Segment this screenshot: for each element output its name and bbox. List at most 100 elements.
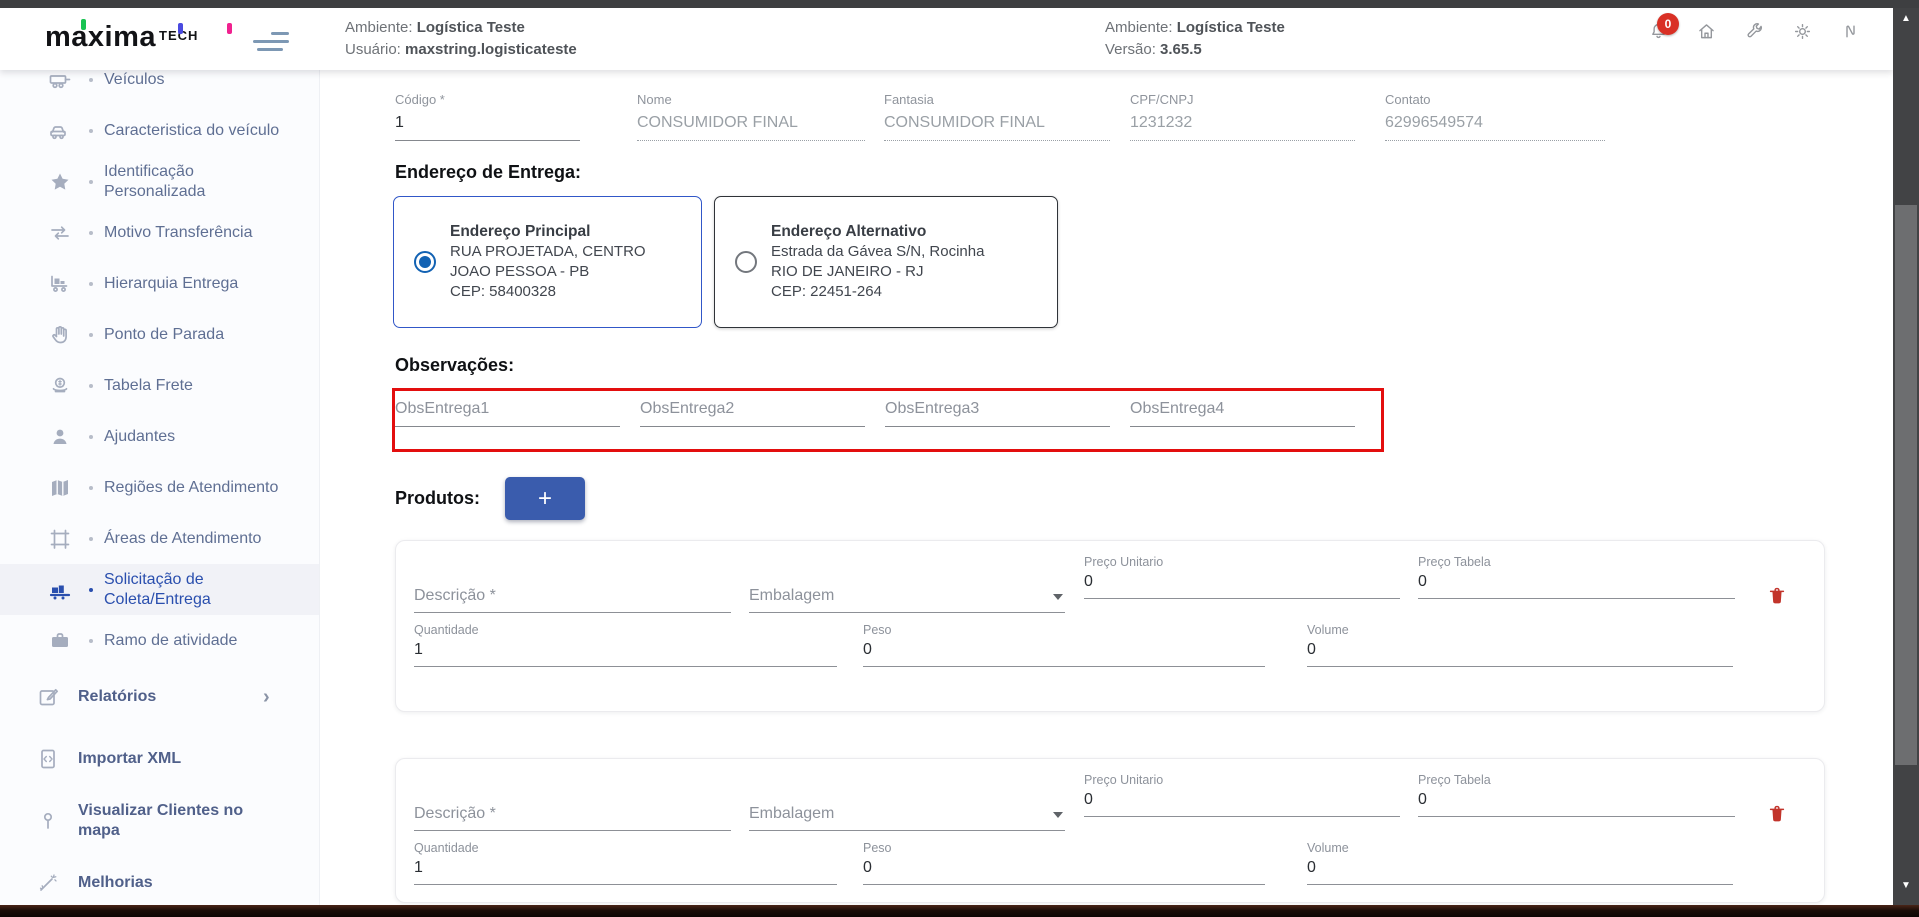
contato-value: 62996549574 — [1385, 114, 1605, 141]
sidebar-item-solicitacao-coleta-entrega[interactable]: Solicitação de Coleta/Entrega — [0, 564, 319, 615]
usuario-value: maxstring.logisticateste — [405, 41, 577, 58]
sidebar-item-veiculos[interactable]: Veículos — [0, 70, 319, 105]
sidebar-item-ajudantes[interactable]: Ajudantes — [0, 411, 319, 462]
delete-product-button[interactable] — [1764, 583, 1790, 611]
artboard-icon — [48, 527, 72, 551]
scroll-down-arrow[interactable]: ▼ — [1893, 877, 1919, 895]
nome-value: CONSUMIDOR FINAL — [637, 114, 865, 141]
quantidade-input[interactable] — [414, 859, 837, 885]
environment-user-info: Ambiente: Logística Teste Usuário: maxst… — [345, 17, 577, 61]
menu-toggle-icon[interactable] — [253, 32, 289, 54]
route-icon[interactable] — [1840, 21, 1861, 42]
delete-product-button[interactable] — [1764, 801, 1790, 829]
bullet-dot-icon — [78, 333, 104, 337]
preco-tabela-field: Preço Tabela — [1418, 555, 1735, 599]
quantidade-input[interactable] — [414, 641, 837, 667]
scroll-up-arrow[interactable]: ▲ — [1893, 10, 1919, 28]
obs-entrega-3-input[interactable] — [885, 400, 1110, 427]
preco-tabela-label: Preço Tabela — [1418, 773, 1735, 787]
sidebar-item-motivo-transferencia[interactable]: Motivo Transferência — [0, 207, 319, 258]
volume-input[interactable] — [1307, 641, 1733, 667]
sidebar-item-regioes-atendimento[interactable]: Regiões de Atendimento — [0, 462, 319, 513]
sidebar-item-label: Áreas de Atendimento — [104, 529, 289, 549]
sidebar-item-icon — [36, 871, 66, 895]
environment-version-info: Ambiente: Logística Teste Versão: 3.65.5 — [1105, 17, 1285, 61]
volume-label: Volume — [1307, 841, 1733, 855]
bullet-dot-icon — [78, 639, 104, 643]
preco-unitario-input[interactable] — [1084, 791, 1400, 817]
address-cep: CEP: 22451-264 — [771, 282, 984, 302]
sidebar-item-areas-atendimento[interactable]: Áreas de Atendimento — [0, 513, 319, 564]
window-bottom-edge — [0, 905, 1919, 917]
notification-badge: 0 — [1657, 13, 1679, 35]
descricao-input[interactable] — [414, 805, 731, 831]
peso-field: Peso — [863, 623, 1265, 667]
preco-unitario-input[interactable] — [1084, 573, 1400, 599]
add-product-button[interactable]: + — [505, 477, 585, 520]
sidebar-item-label: Ramo de atividade — [104, 631, 289, 651]
address-line1: Estrada da Gávea S/N, Rocinha — [771, 242, 984, 262]
sidebar-item-ramo-atividade[interactable]: Ramo de atividade — [0, 615, 319, 666]
bullet-dot-icon — [78, 486, 104, 490]
embalagem-select[interactable] — [749, 805, 1065, 831]
nome-field: Nome CONSUMIDOR FINAL — [637, 92, 865, 141]
volume-field: Volume — [1307, 623, 1733, 667]
peso-input[interactable] — [863, 859, 1265, 885]
descricao-input[interactable] — [414, 587, 731, 613]
fantasia-value: CONSUMIDOR FINAL — [884, 114, 1110, 141]
sidebar-item-ponto-de-parada[interactable]: Ponto de Parada — [0, 309, 319, 360]
wrench-icon[interactable] — [1744, 21, 1765, 42]
obs-entrega-2-field — [640, 400, 865, 427]
sidebar-item-label: Ajudantes — [104, 427, 289, 447]
endereco-principal-card[interactable]: Endereço Principal RUA PROJETADA, CENTRO… — [393, 196, 702, 328]
codigo-field: Código * — [395, 92, 580, 141]
sidebar-item-importar-xml[interactable]: Importar XML — [0, 728, 319, 790]
obs-entrega-2-input[interactable] — [640, 400, 865, 427]
trash-icon — [1766, 802, 1788, 826]
versao-value: 3.65.5 — [1160, 41, 1202, 58]
radio-endereco-principal[interactable] — [414, 251, 436, 273]
sidebar-item-hierarquia-entrega[interactable]: Hierarquia Entrega — [0, 258, 319, 309]
bell-icon[interactable]: 0 — [1648, 21, 1669, 42]
obs-entrega-4-input[interactable] — [1130, 400, 1355, 427]
peso-label: Peso — [863, 841, 1265, 855]
app-header: maximaTECH Ambiente: Logística Teste Usu… — [0, 8, 1893, 70]
scrollbar-thumb[interactable] — [1895, 205, 1917, 765]
preco-tabela-input[interactable] — [1418, 791, 1735, 817]
obs-entrega-4-field — [1130, 400, 1355, 427]
produtos-title: Produtos: — [395, 488, 480, 509]
sidebar-item-icon — [48, 374, 78, 398]
endereco-alternativo-card[interactable]: Endereço Alternativo Estrada da Gávea S/… — [714, 196, 1058, 328]
logo-text: maxima — [45, 21, 156, 53]
sidebar-item-melhorias[interactable]: Melhorias — [0, 852, 319, 905]
peso-input[interactable] — [863, 641, 1265, 667]
sidebar-item-caracteristica-veiculo[interactable]: Caracteristica do veículo — [0, 105, 319, 156]
sidebar-item-label: Motivo Transferência — [104, 223, 289, 243]
preco-unitario-field: Preço Unitario — [1084, 555, 1400, 599]
bullet-dot-icon — [78, 129, 104, 133]
sidebar-item-tabela-frete[interactable]: Tabela Frete — [0, 360, 319, 411]
radio-endereco-alternativo[interactable] — [735, 251, 757, 273]
gear-icon[interactable] — [1792, 21, 1813, 42]
preco-tabela-input[interactable] — [1418, 573, 1735, 599]
sidebar-item-identificacao-personalizada[interactable]: Identificação Personalizada — [0, 156, 319, 207]
embalagem-select[interactable] — [749, 587, 1065, 613]
sidebar-item-relatorios[interactable]: Relatórios › — [0, 666, 319, 728]
volume-input[interactable] — [1307, 859, 1733, 885]
codigo-input[interactable] — [395, 114, 580, 141]
obs-entrega-1-input[interactable] — [395, 400, 620, 427]
ambiente-value: Logística Teste — [1177, 19, 1285, 36]
quantidade-label: Quantidade — [414, 841, 837, 855]
bullet-dot-icon — [78, 231, 104, 235]
sidebar-item-icon — [48, 578, 78, 602]
sidebar-item-icon — [48, 170, 78, 194]
sidebar-item-label: Importar XML — [78, 749, 263, 769]
home-icon[interactable] — [1696, 21, 1717, 42]
sidebar-item-visualizar-clientes-mapa[interactable]: Visualizar Clientes no mapa — [0, 790, 319, 852]
sidebar-item-icon — [36, 809, 66, 833]
endereco-entrega-title: Endereço de Entrega: — [395, 162, 581, 183]
car-icon — [48, 119, 72, 143]
trailer-icon — [48, 70, 72, 92]
bullet-dot-icon — [78, 435, 104, 439]
hand-icon — [48, 323, 72, 347]
